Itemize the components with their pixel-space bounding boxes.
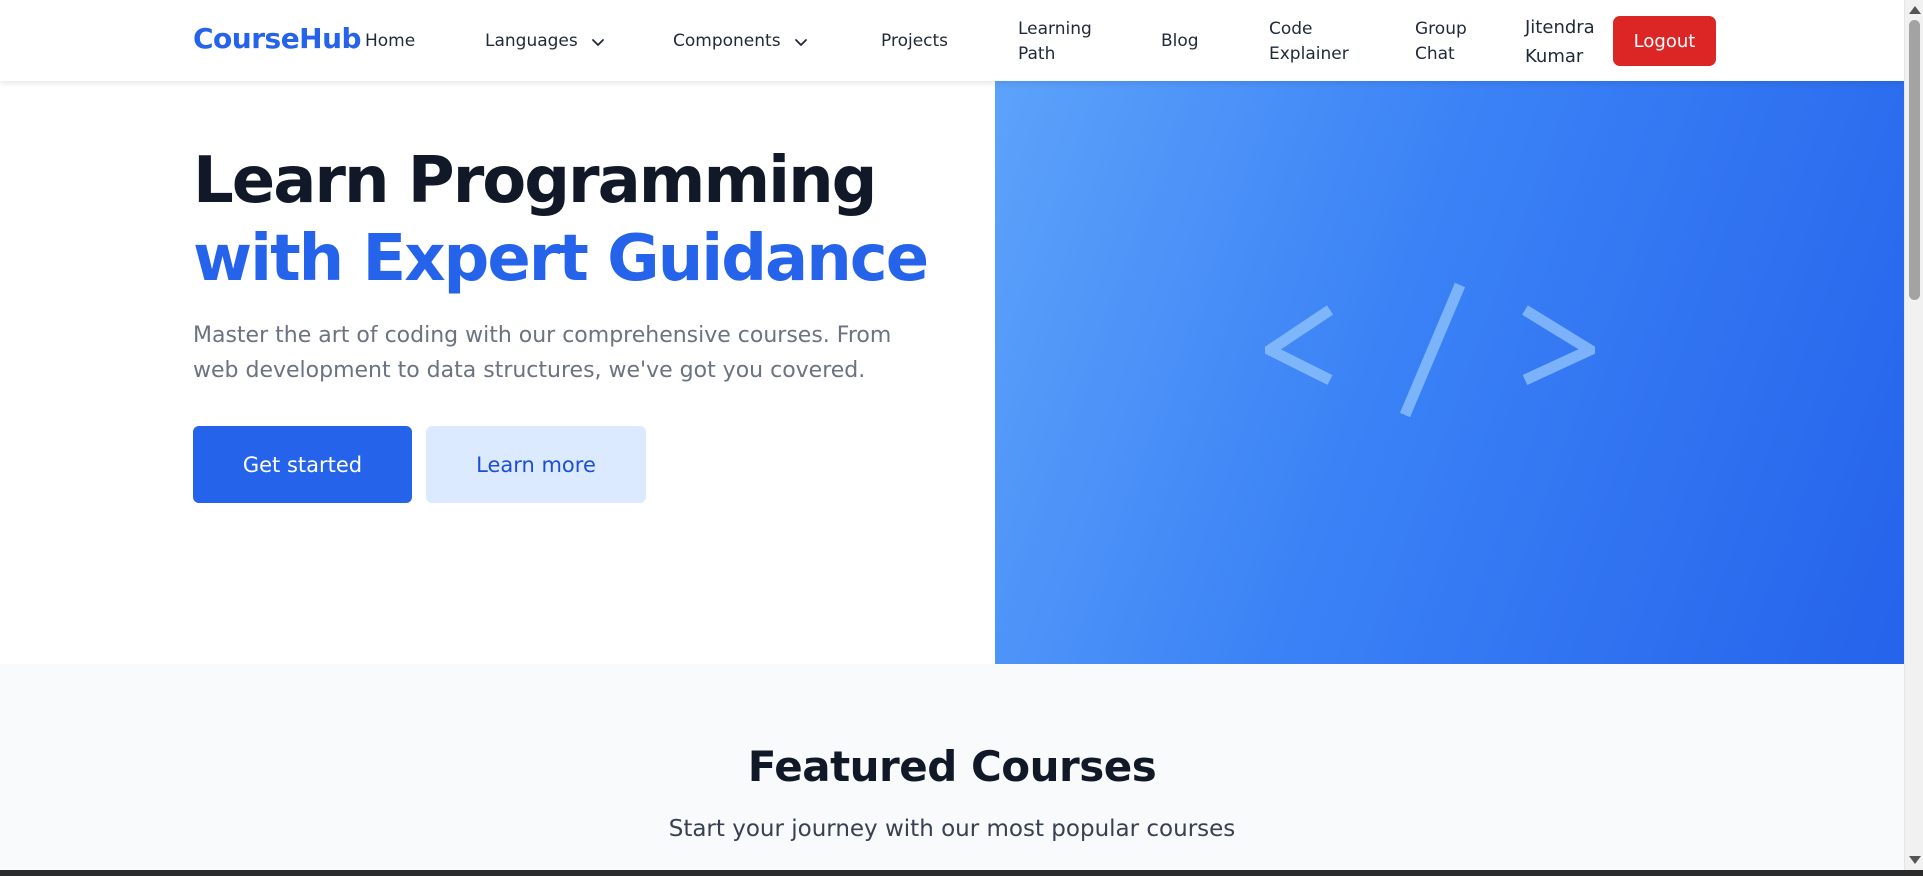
featured-subtitle: Start your journey with our most popular… (668, 816, 1236, 842)
nav-code-explainer-label: Code Explainer (1269, 19, 1349, 64)
code-brackets-icon (1265, 282, 1595, 418)
nav-components[interactable]: Components (673, 29, 809, 54)
hero-panel-edge (955, 141, 995, 664)
get-started-button[interactable]: Get started (193, 426, 412, 503)
nav-learning-path[interactable]: Learning Path (1018, 17, 1108, 67)
nav-group-chat[interactable]: Group Chat (1415, 17, 1485, 67)
page: CourseHub Home Languages Components Proj… (0, 0, 1904, 870)
nav-projects[interactable]: Projects (881, 29, 948, 54)
hero-subtitle: Master the art of coding with our compre… (193, 323, 892, 383)
vertical-scrollbar[interactable] (1904, 0, 1923, 870)
nav-blog[interactable]: Blog (1161, 29, 1199, 54)
nav-languages-label: Languages (485, 31, 578, 51)
nav-components-label: Components (673, 31, 781, 51)
featured-title: Featured Courses (747, 742, 1157, 791)
navbar: CourseHub Home Languages Components Proj… (0, 0, 1904, 81)
hero-title-line2: with Expert Guidance (193, 222, 929, 296)
logout-button[interactable]: Logout (1613, 16, 1716, 66)
scroll-up-arrow-icon[interactable] (1909, 6, 1921, 14)
hero-title: Learn Programming with Expert Guidance (193, 142, 929, 298)
chevron-down-icon (591, 38, 604, 46)
nav-group-chat-label: Group Chat (1415, 19, 1467, 64)
nav-home[interactable]: Home (365, 29, 415, 54)
scroll-thumb[interactable] (1909, 20, 1920, 300)
learn-more-button[interactable]: Learn more (426, 426, 646, 503)
user-name: Jitendra Kumar (1525, 17, 1595, 67)
nav-home-label: Home (365, 31, 416, 51)
brand-logo[interactable]: CourseHub (193, 22, 362, 55)
nav-languages[interactable]: Languages (485, 29, 606, 54)
nav-code-explainer[interactable]: Code Explainer (1269, 17, 1359, 67)
nav-blog-label: Blog (1161, 31, 1199, 51)
scroll-down-arrow-icon[interactable] (1909, 856, 1921, 864)
nav-projects-label: Projects (881, 31, 949, 51)
hero-title-line1: Learn Programming (193, 144, 877, 218)
window-bottom-edge (0, 870, 1923, 876)
nav-learning-path-label: Learning Path (1018, 19, 1092, 64)
chevron-down-icon (794, 38, 807, 46)
hero-panel-notch (955, 81, 995, 141)
